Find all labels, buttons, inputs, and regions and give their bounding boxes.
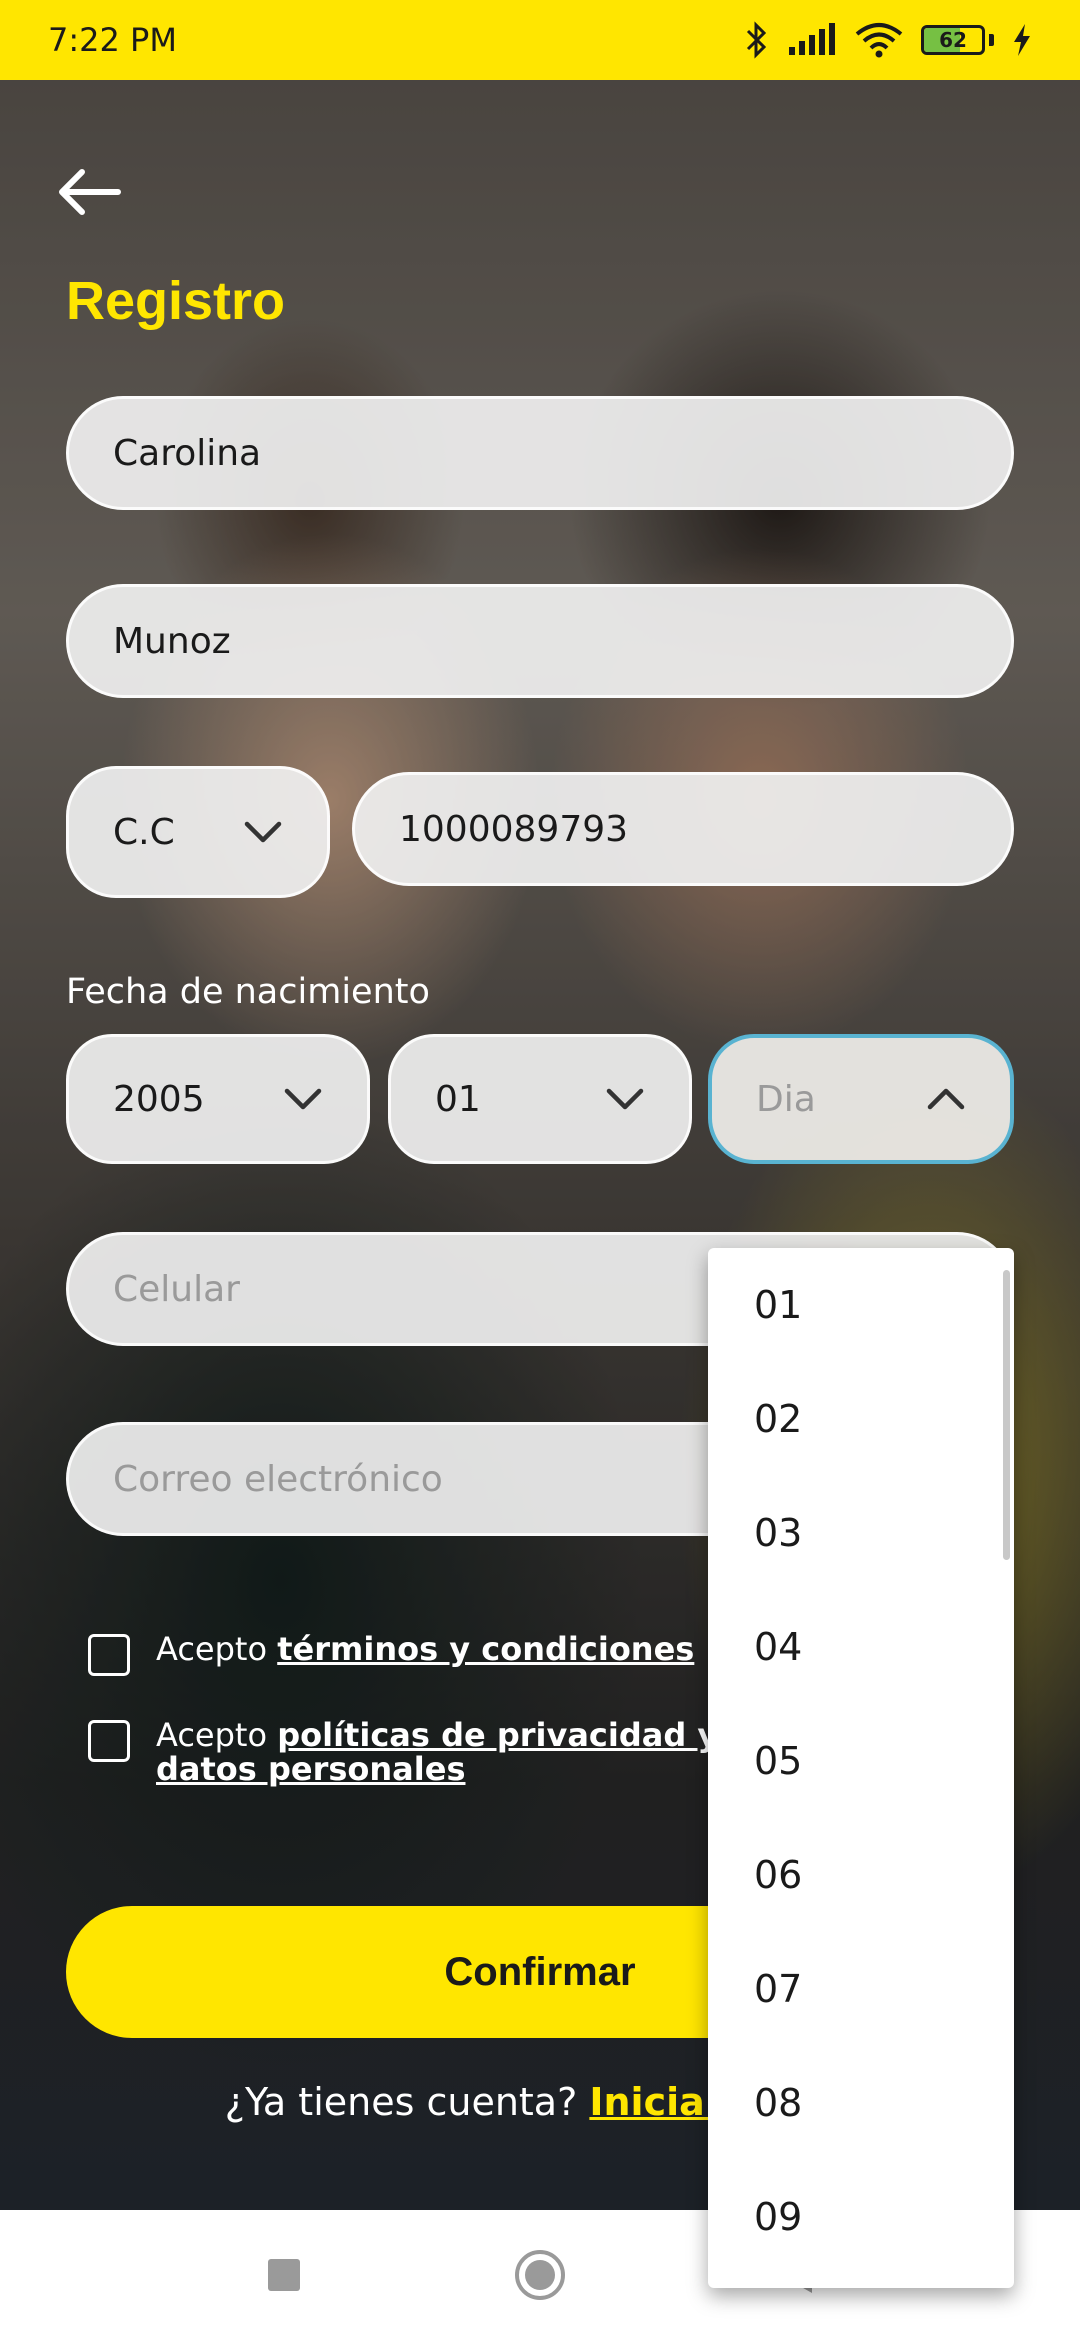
recent-apps-button[interactable] [256, 2247, 312, 2303]
dropdown-option[interactable]: 04 [708, 1590, 1014, 1704]
charging-icon [1014, 24, 1030, 56]
document-number-field[interactable]: 1000089793 [352, 772, 1014, 886]
dropdown-option[interactable]: 03 [708, 1476, 1014, 1590]
battery-percent: 62 [939, 28, 967, 52]
dropdown-option[interactable]: 01 [708, 1248, 1014, 1362]
birth-day-select[interactable]: Dia [708, 1034, 1014, 1164]
last-name-value: Munoz [113, 620, 231, 662]
square-icon [268, 2259, 300, 2291]
dropdown-option[interactable]: 08 [708, 2046, 1014, 2160]
birth-month-select[interactable]: 01 [388, 1034, 692, 1164]
dropdown-option[interactable]: 05 [708, 1704, 1014, 1818]
dropdown-option[interactable]: 07 [708, 1932, 1014, 2046]
registration-screen: 7:22 PM 62 Registro Carolina Munoz C.C 1… [0, 0, 1080, 2340]
page-title: Registro [66, 271, 286, 331]
privacy-prefix: Acepto [156, 1716, 268, 1754]
back-arrow-icon[interactable] [54, 162, 124, 222]
wifi-icon [855, 23, 903, 58]
login-prompt: ¿Ya tienes cuenta? [224, 2080, 578, 2124]
birth-date-label: Fecha de nacimiento [66, 972, 430, 1012]
privacy-checkbox[interactable] [88, 1720, 130, 1762]
document-number-value: 1000089793 [399, 808, 629, 850]
dropdown-option[interactable]: 02 [708, 1362, 1014, 1476]
document-type-value: C.C [113, 811, 175, 853]
confirm-label: Confirmar [444, 1949, 636, 1994]
terms-checkbox[interactable] [88, 1634, 130, 1676]
status-icons: 62 [745, 21, 1032, 59]
last-name-field[interactable]: Munoz [66, 584, 1014, 698]
home-circle-icon [515, 2250, 565, 2300]
chevron-up-icon [927, 1088, 965, 1110]
birth-day-placeholder: Dia [756, 1078, 816, 1120]
birth-year-select[interactable]: 2005 [66, 1034, 370, 1164]
battery-icon: 62 [921, 25, 985, 55]
battery-tip [989, 34, 994, 46]
signal-icon [789, 23, 835, 55]
birth-month-value: 01 [435, 1078, 481, 1120]
chevron-down-icon [244, 821, 282, 843]
bluetooth-icon [746, 21, 767, 59]
status-time: 7:22 PM [48, 21, 177, 59]
form-content: Registro Carolina Munoz C.C 1000089793 F… [0, 80, 1080, 2288]
status-bar: 7:22 PM 62 [0, 0, 1080, 80]
birth-year-value: 2005 [113, 1078, 205, 1120]
terms-link[interactable]: términos y condiciones [277, 1630, 694, 1668]
day-dropdown-list[interactable]: 01 02 03 04 05 06 07 08 09 [708, 1248, 1014, 2288]
dropdown-option[interactable]: 06 [708, 1818, 1014, 1932]
dropdown-option[interactable]: 09 [708, 2160, 1014, 2274]
chevron-down-icon [606, 1088, 644, 1110]
first-name-value: Carolina [113, 432, 262, 474]
chevron-down-icon [284, 1088, 322, 1110]
first-name-field[interactable]: Carolina [66, 396, 1014, 510]
terms-prefix: Acepto [156, 1630, 268, 1668]
home-button[interactable] [512, 2247, 568, 2303]
phone-placeholder: Celular [113, 1268, 240, 1310]
email-placeholder: Correo electrónico [113, 1458, 443, 1500]
dropdown-scrollbar[interactable] [1003, 1270, 1010, 1560]
document-type-select[interactable]: C.C [66, 766, 330, 898]
